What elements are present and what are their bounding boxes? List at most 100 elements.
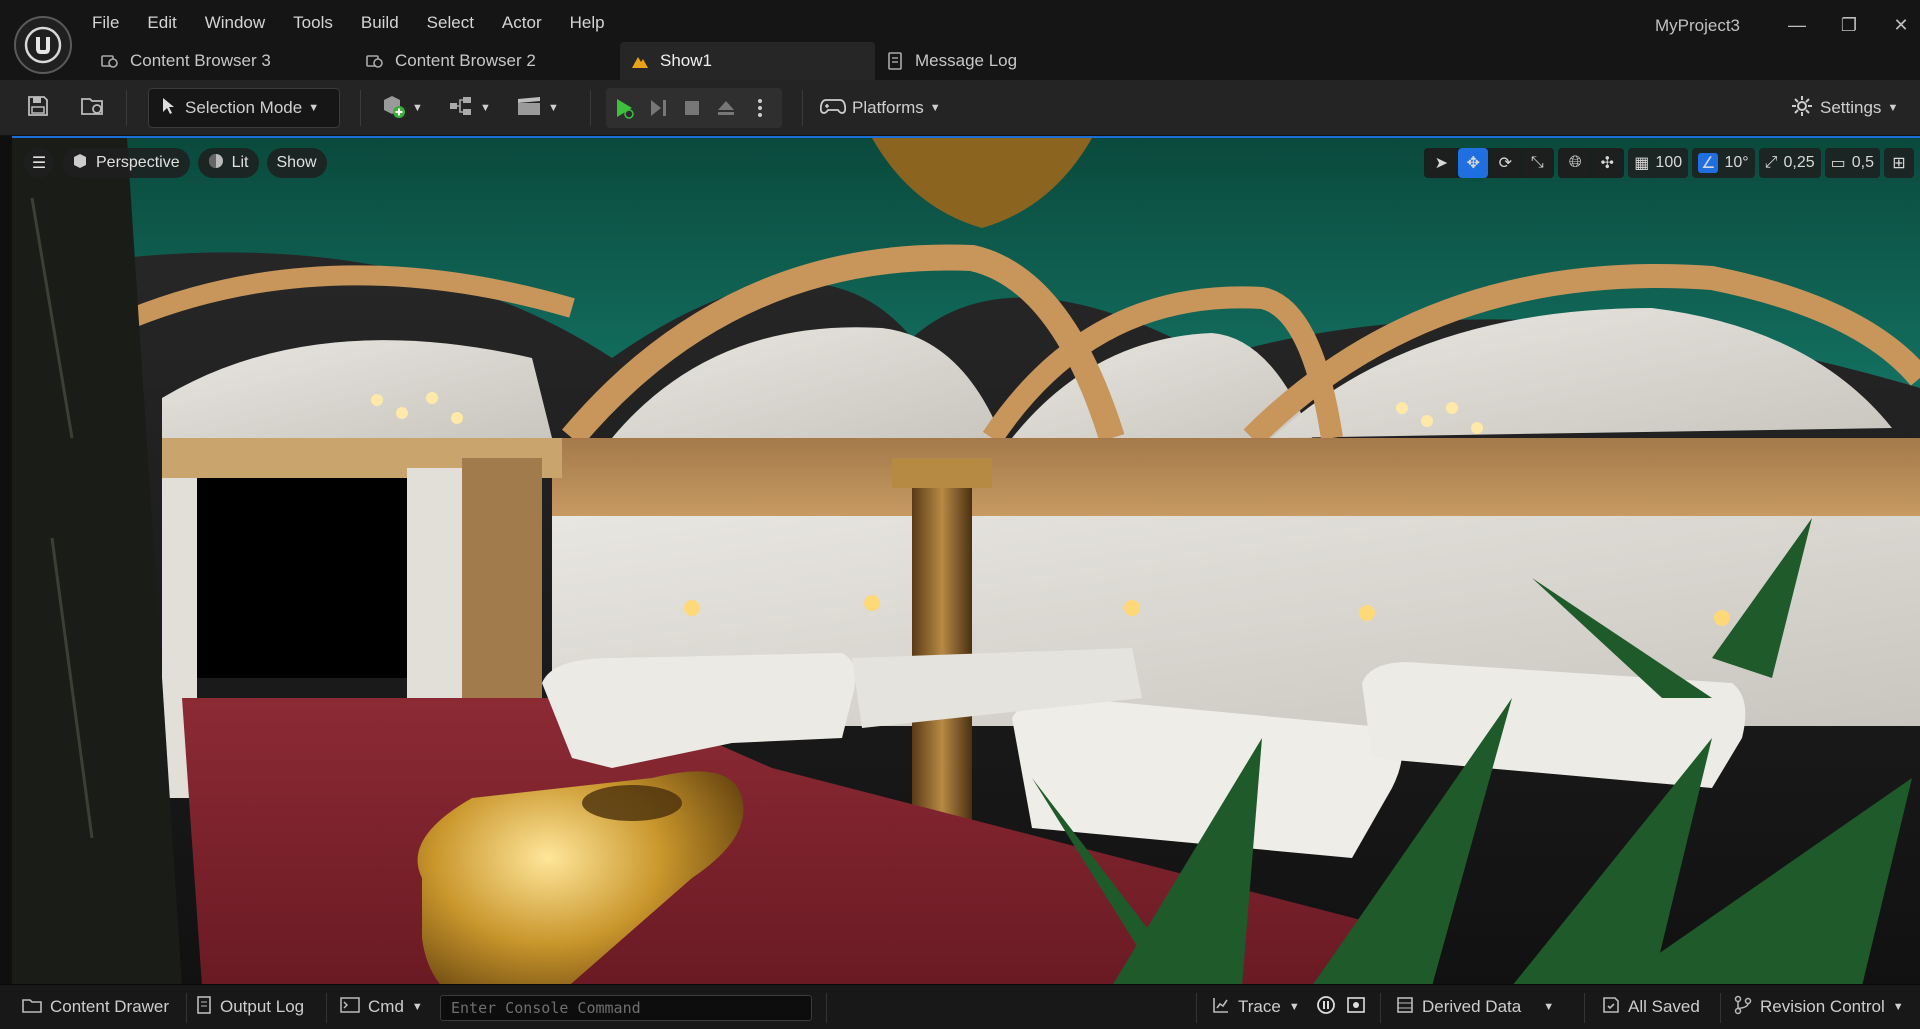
trace-label: Trace — [1238, 997, 1281, 1016]
title-bar: File Edit Window Tools Build Select Acto… — [0, 0, 1920, 80]
trace-snapshot-button[interactable] — [1346, 991, 1366, 1023]
menu-window[interactable]: Window — [191, 10, 279, 38]
statusbar-divider — [826, 993, 827, 1023]
rotation-snap-button[interactable]: ∠ 10° — [1692, 148, 1755, 178]
selection-mode-dropdown[interactable]: Selection Mode ▼ — [148, 88, 340, 128]
scale-snap-value: 0,25 — [1783, 154, 1815, 171]
content-drawer-icon — [22, 996, 42, 1019]
surface-snap-icon: ✣ — [1600, 155, 1614, 172]
cmd-dropdown[interactable]: Cmd ▼ — [340, 991, 423, 1023]
lit-dropdown[interactable]: Lit — [197, 148, 259, 178]
revision-control-icon — [1734, 995, 1752, 1020]
camera-speed-button[interactable]: ▭ 0,5 — [1824, 148, 1880, 178]
perspective-label: Perspective — [96, 154, 180, 171]
level-icon — [630, 51, 650, 71]
menu-help[interactable]: Help — [556, 10, 619, 38]
statusbar-divider — [1720, 993, 1721, 1023]
content-drawer-button[interactable]: Content Drawer — [22, 991, 169, 1023]
scale-tool-button[interactable]: ⤡ — [1522, 148, 1553, 178]
minimize-button[interactable]: — — [1774, 10, 1820, 40]
unreal-logo-icon[interactable] — [14, 16, 72, 74]
cursor-icon: ➤ — [1434, 155, 1448, 172]
cinematics-button[interactable]: ▼ — [516, 88, 559, 128]
derived-data-dropdown[interactable]: Derived Data ▼ — [1396, 991, 1554, 1023]
toolbar-divider — [126, 90, 127, 126]
move-icon: ✥ — [1466, 155, 1480, 172]
cursor-icon — [159, 96, 179, 121]
coordinate-tools: 🌐︎ ✣ — [1558, 148, 1625, 178]
menu-build[interactable]: Build — [347, 10, 413, 38]
grid-snap-button[interactable]: ▦ 100 — [1628, 148, 1689, 178]
lit-sphere-icon — [208, 153, 224, 174]
play-options-button[interactable] — [742, 88, 778, 128]
show-label: Show — [276, 154, 317, 171]
add-actor-icon — [380, 93, 406, 124]
statusbar-divider — [186, 993, 187, 1023]
camera-icon: ▭ — [1830, 155, 1846, 172]
tab-content-browser-3[interactable]: Content Browser 3 — [90, 42, 355, 80]
globe-icon: 🌐︎ — [1568, 154, 1582, 171]
eject-button[interactable] — [708, 88, 744, 128]
tab-label: Content Browser 2 — [395, 51, 536, 70]
trace-record-button[interactable] — [1316, 991, 1336, 1023]
blueprints-button[interactable]: ▼ — [448, 88, 491, 128]
save-status-button[interactable]: All Saved — [1602, 991, 1700, 1023]
save-icon — [26, 94, 50, 123]
menu-tools[interactable]: Tools — [279, 10, 347, 38]
stop-button[interactable] — [674, 88, 710, 128]
output-log-label: Output Log — [220, 997, 305, 1016]
world-local-button[interactable]: 🌐︎ — [1560, 148, 1591, 178]
scale-icon: ⤡ — [1530, 154, 1544, 171]
eject-icon — [718, 101, 734, 115]
cube-icon — [72, 153, 88, 174]
add-actor-button[interactable]: ▼ — [380, 88, 423, 128]
menu-actor[interactable]: Actor — [488, 10, 556, 38]
tab-message-log[interactable]: Message Log — [875, 42, 1075, 80]
output-log-icon — [196, 995, 212, 1020]
toolbar-divider — [590, 90, 591, 126]
menu-edit[interactable]: Edit — [133, 10, 190, 38]
hamburger-icon: ☰ — [31, 155, 47, 172]
platforms-dropdown[interactable]: Platforms ▼ — [819, 88, 941, 128]
console-command-input[interactable] — [440, 995, 812, 1021]
snapshot-icon — [1346, 995, 1366, 1020]
stop-icon — [685, 101, 699, 115]
scale-snap-icon: ⤢ — [1764, 154, 1778, 171]
browse-button[interactable] — [80, 88, 106, 128]
camera-speed-value: 0,5 — [1851, 154, 1874, 171]
level-viewport[interactable]: ☰ Perspective Lit Show ➤ ✥ ⟳ ⤡ 🌐︎ ✣ ▦ 10… — [12, 136, 1920, 984]
translate-tool-button[interactable]: ✥ — [1458, 148, 1489, 178]
blueprint-icon — [448, 95, 474, 122]
step-button[interactable] — [640, 88, 676, 128]
viewport-options-right: ➤ ✥ ⟳ ⤡ 🌐︎ ✣ ▦ 100 ∠ 10° ⤢ 0,25 ▭ 0,5 ⊞ — [1424, 148, 1914, 178]
scale-snap-button[interactable]: ⤢ 0,25 — [1758, 148, 1821, 178]
show-dropdown[interactable]: Show — [266, 148, 327, 178]
tab-content-browser-2[interactable]: Content Browser 2 — [355, 42, 620, 80]
revision-control-button[interactable]: Revision Control ▼ — [1734, 991, 1904, 1023]
output-log-button[interactable]: Output Log — [196, 991, 304, 1023]
content-drawer-label: Content Drawer — [50, 997, 170, 1016]
derived-data-label: Derived Data — [1422, 997, 1522, 1016]
save-button[interactable] — [26, 88, 50, 128]
play-button[interactable] — [606, 88, 642, 128]
tab-label: Message Log — [915, 51, 1018, 70]
scene-render[interactable] — [12, 138, 1920, 984]
viewport-layout-button[interactable]: ⊞ — [1884, 148, 1914, 178]
rotate-tool-button[interactable]: ⟳ — [1490, 148, 1521, 178]
close-button[interactable]: ✕ — [1878, 10, 1920, 40]
derived-data-icon — [1396, 996, 1414, 1019]
surface-snap-button[interactable]: ✣ — [1592, 148, 1623, 178]
select-tool-button[interactable]: ➤ — [1426, 148, 1457, 178]
restore-button[interactable]: ❐ — [1826, 10, 1872, 40]
trace-dropdown[interactable]: Trace ▼ — [1212, 991, 1300, 1023]
selection-mode-label: Selection Mode — [185, 98, 303, 117]
chevron-down-icon: ▼ — [1288, 1001, 1300, 1013]
grid-snap-value: 100 — [1655, 154, 1683, 171]
settings-dropdown[interactable]: Settings ▼ — [1790, 88, 1898, 128]
menu-select[interactable]: Select — [413, 10, 488, 38]
tab-show1[interactable]: Show1 — [620, 42, 875, 80]
viewport-menu-button[interactable]: ☰ — [24, 148, 54, 178]
menu-file[interactable]: File — [78, 10, 133, 38]
perspective-dropdown[interactable]: Perspective — [62, 148, 190, 178]
chevron-down-icon: ▼ — [412, 102, 423, 114]
